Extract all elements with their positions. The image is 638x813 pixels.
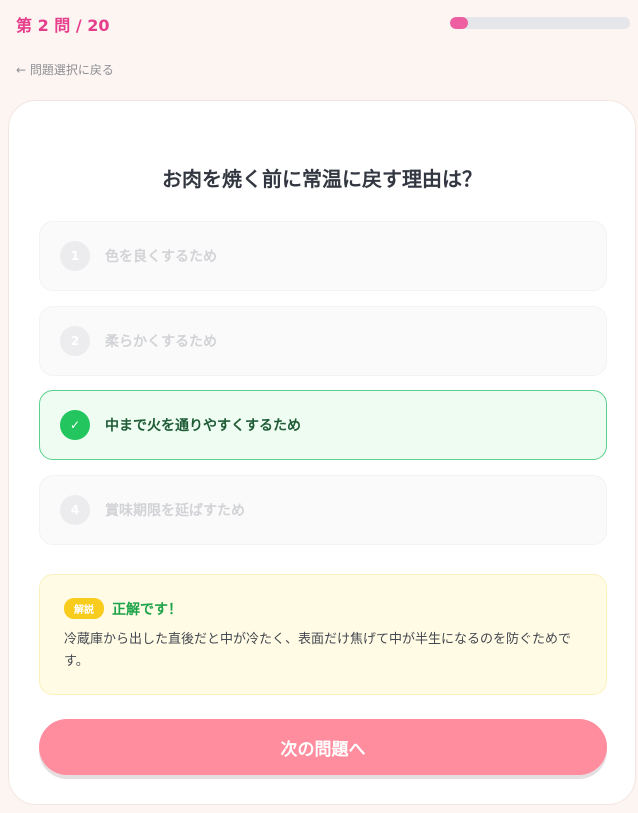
option-number-badge: 1 xyxy=(60,241,90,271)
question-counter: 第 2 問 / 20 xyxy=(16,16,110,35)
option-1: 1 色を良くするため xyxy=(39,221,607,291)
progress-bar xyxy=(450,17,630,29)
progress-fill xyxy=(450,17,468,29)
option-3-correct: ✓ 中まで火を通りやすくするため xyxy=(39,390,607,460)
explanation-text: 冷蔵庫から出した直後だと中が冷たく、表面だけ焦げて中が半生になるのを防ぐためです… xyxy=(64,632,572,669)
check-icon: ✓ xyxy=(60,410,90,440)
option-label: 色を良くするため xyxy=(105,249,217,265)
option-label: 賞味期限を延ばすため xyxy=(105,503,245,519)
quiz-card: お肉を焼く前に常温に戻す理由は？ 1 色を良くするため 2 柔らかくするため ✓… xyxy=(8,100,636,805)
option-label: 柔らかくするため xyxy=(105,334,217,350)
option-number-badge: 4 xyxy=(60,495,90,525)
explanation-badge: 解説 xyxy=(64,598,104,619)
next-question-button[interactable]: 次の問題へ xyxy=(39,719,607,775)
back-to-question-list-link[interactable]: ← 問題選択に戻る xyxy=(16,61,114,78)
explanation-box: 解説 正解です！ 冷蔵庫から出した直後だと中が冷たく、表面だけ焦げて中が半生にな… xyxy=(39,574,607,695)
option-4: 4 賞味期限を延ばすため xyxy=(39,475,607,545)
question-text: お肉を焼く前に常温に戻す理由は？ xyxy=(162,167,482,191)
option-2: 2 柔らかくするため xyxy=(39,306,607,376)
option-label: 中まで火を通りやすくするため xyxy=(105,418,301,434)
explanation-header: 解説 正解です！ xyxy=(64,598,582,619)
option-number-badge: 2 xyxy=(60,326,90,356)
result-verdict: 正解です！ xyxy=(112,601,182,618)
